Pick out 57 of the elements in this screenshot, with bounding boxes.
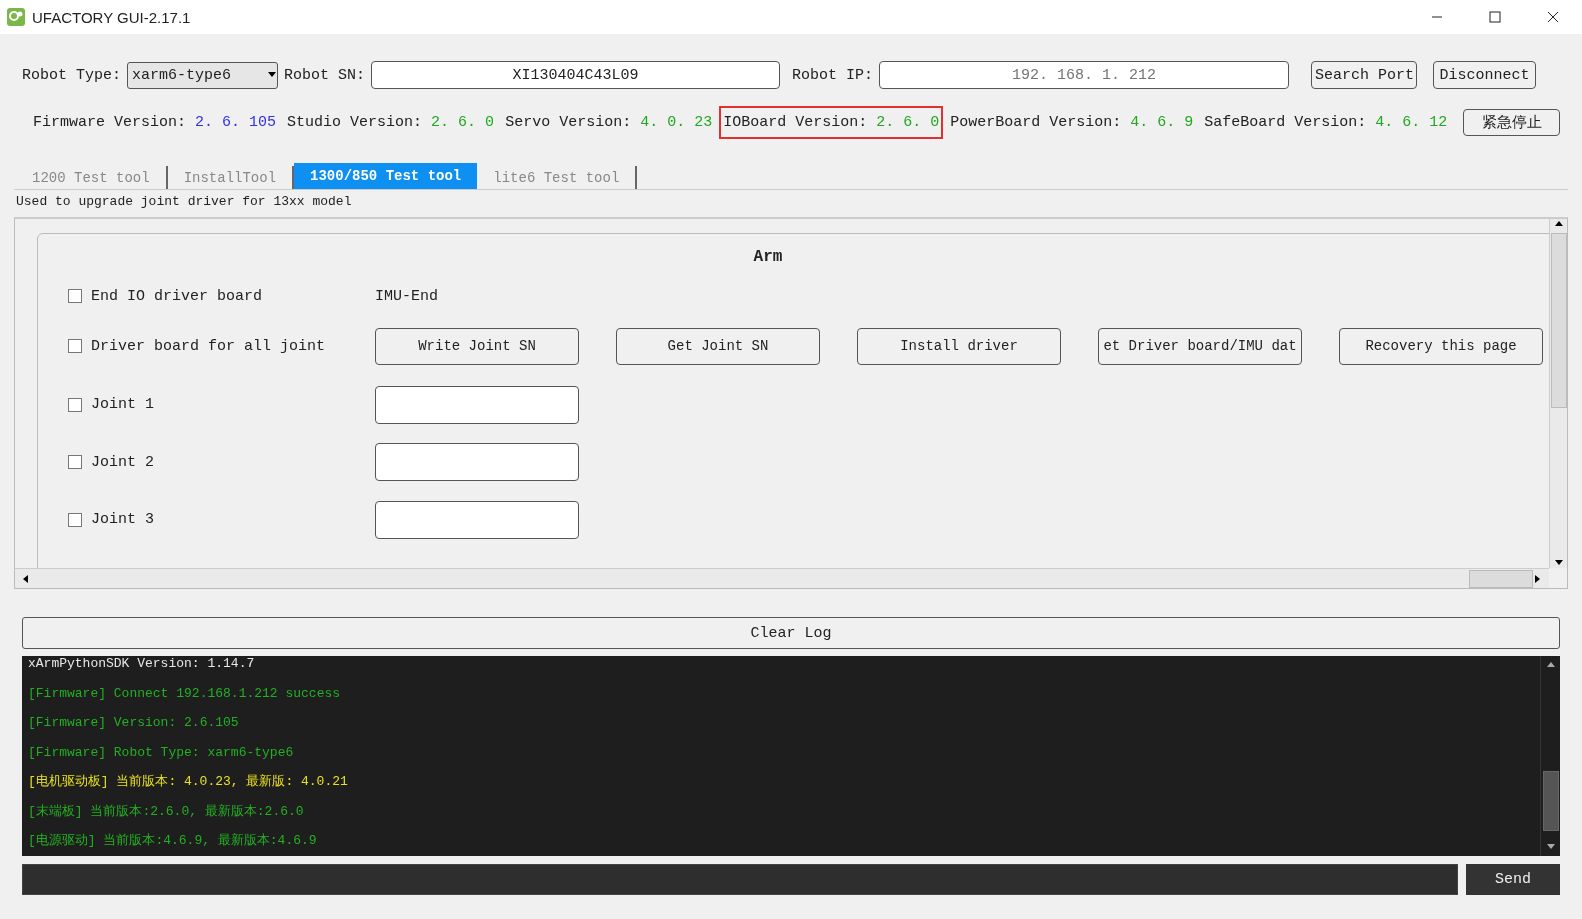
row-label: End IO driver board — [91, 287, 264, 305]
window-title: UFACTORY GUI-2.17.1 — [32, 8, 192, 26]
app-icon — [6, 7, 26, 27]
checkbox[interactable] — [68, 339, 82, 353]
version-text: Servo Version: 4. 0. 23 — [504, 113, 714, 133]
log-line: [Firmware] Connect 192.168.1.212 success — [28, 685, 342, 703]
robot-sn-field[interactable]: XI130404C43L09 — [371, 61, 781, 89]
field-label: Robot Type: — [22, 66, 122, 84]
scroll-thumb[interactable] — [1550, 233, 1567, 408]
scroll-thumb[interactable] — [1542, 771, 1559, 831]
log-line: [末端板] 当前版本:2.6.0, 最新版本:2.6.0 — [28, 803, 305, 821]
scroll-up-icon[interactable] — [1545, 660, 1556, 670]
scrollbar[interactable] — [1540, 656, 1560, 856]
version-text: Firmware Version: 2. 6. 105 — [32, 113, 278, 133]
checkbox[interactable] — [68, 455, 82, 470]
clear-log-button[interactable]: Clear Log — [22, 617, 1560, 649]
action-button[interactable]: et Driver board/IMU dat — [1098, 327, 1302, 365]
joint-sn-field[interactable] — [375, 443, 579, 482]
action-button[interactable]: Get Joint SN — [616, 327, 820, 365]
version-text: Studio Version: 2. 6. 0 — [286, 113, 496, 133]
checkbox[interactable] — [68, 289, 82, 303]
joint-sn-field[interactable] — [375, 385, 579, 424]
imu-label: IMU-End — [375, 287, 438, 305]
log-line: [电机驱动板] 当前版本: 4.0.23, 最新版: 4.0.21 — [28, 774, 349, 791]
highlighted-version: IOBoard Version: 2. 6. 0 — [719, 106, 944, 139]
field-label: Robot SN: — [284, 66, 366, 84]
log-line: [电源驱动] 当前版本:4.6.9, 最新版本:4.6.9 — [28, 833, 318, 850]
row-label: Joint 3 — [91, 511, 155, 529]
emergency-stop-button[interactable]: 紧急停止 — [1463, 109, 1560, 136]
connection-button[interactable]: Disconnect — [1433, 61, 1537, 89]
log-line: [Firmware] Robot Type: xarm6-type6 — [28, 744, 295, 762]
scroll-up-icon[interactable] — [1553, 219, 1564, 229]
joint-sn-field[interactable] — [375, 500, 579, 539]
maximize-icon[interactable] — [1489, 11, 1501, 23]
version-text: SafeBoard Version: 4. 6. 12 — [1203, 113, 1449, 133]
action-button[interactable]: Write Joint SN — [375, 327, 579, 365]
action-button[interactable]: Recovery this page — [1339, 327, 1543, 365]
connection-button[interactable]: Search Port — [1311, 61, 1418, 89]
scroll-left-icon[interactable] — [21, 573, 31, 584]
log-line: xArmPythonSDK Version: 1.14.7 — [28, 656, 256, 673]
version-text: PowerBoard Version: 4. 6. 9 — [949, 113, 1195, 133]
checkbox[interactable] — [68, 512, 82, 527]
scroll-thumb[interactable] — [1469, 569, 1533, 588]
log-line: [Firmware] Version: 2.6.105 — [28, 715, 240, 732]
send-button[interactable]: Send — [1466, 864, 1560, 895]
checkbox[interactable] — [68, 397, 82, 412]
close-icon[interactable] — [1547, 11, 1559, 23]
robot-ip-field[interactable]: 192. 168. 1. 212 — [879, 61, 1290, 89]
field-label: Robot IP: — [792, 66, 874, 84]
row-label: Driver board for all joint — [91, 337, 327, 355]
row-label: Joint 1 — [91, 396, 155, 414]
description-text: Used to upgrade joint driver for 13xx model — [14, 189, 1568, 213]
row-label: Joint 2 — [91, 453, 155, 471]
group-title: Arm — [753, 248, 783, 266]
robot-type-select[interactable]: xarm6-type6 — [127, 61, 279, 89]
command-input[interactable] — [22, 864, 1458, 895]
action-button[interactable]: Install driver — [857, 327, 1061, 365]
